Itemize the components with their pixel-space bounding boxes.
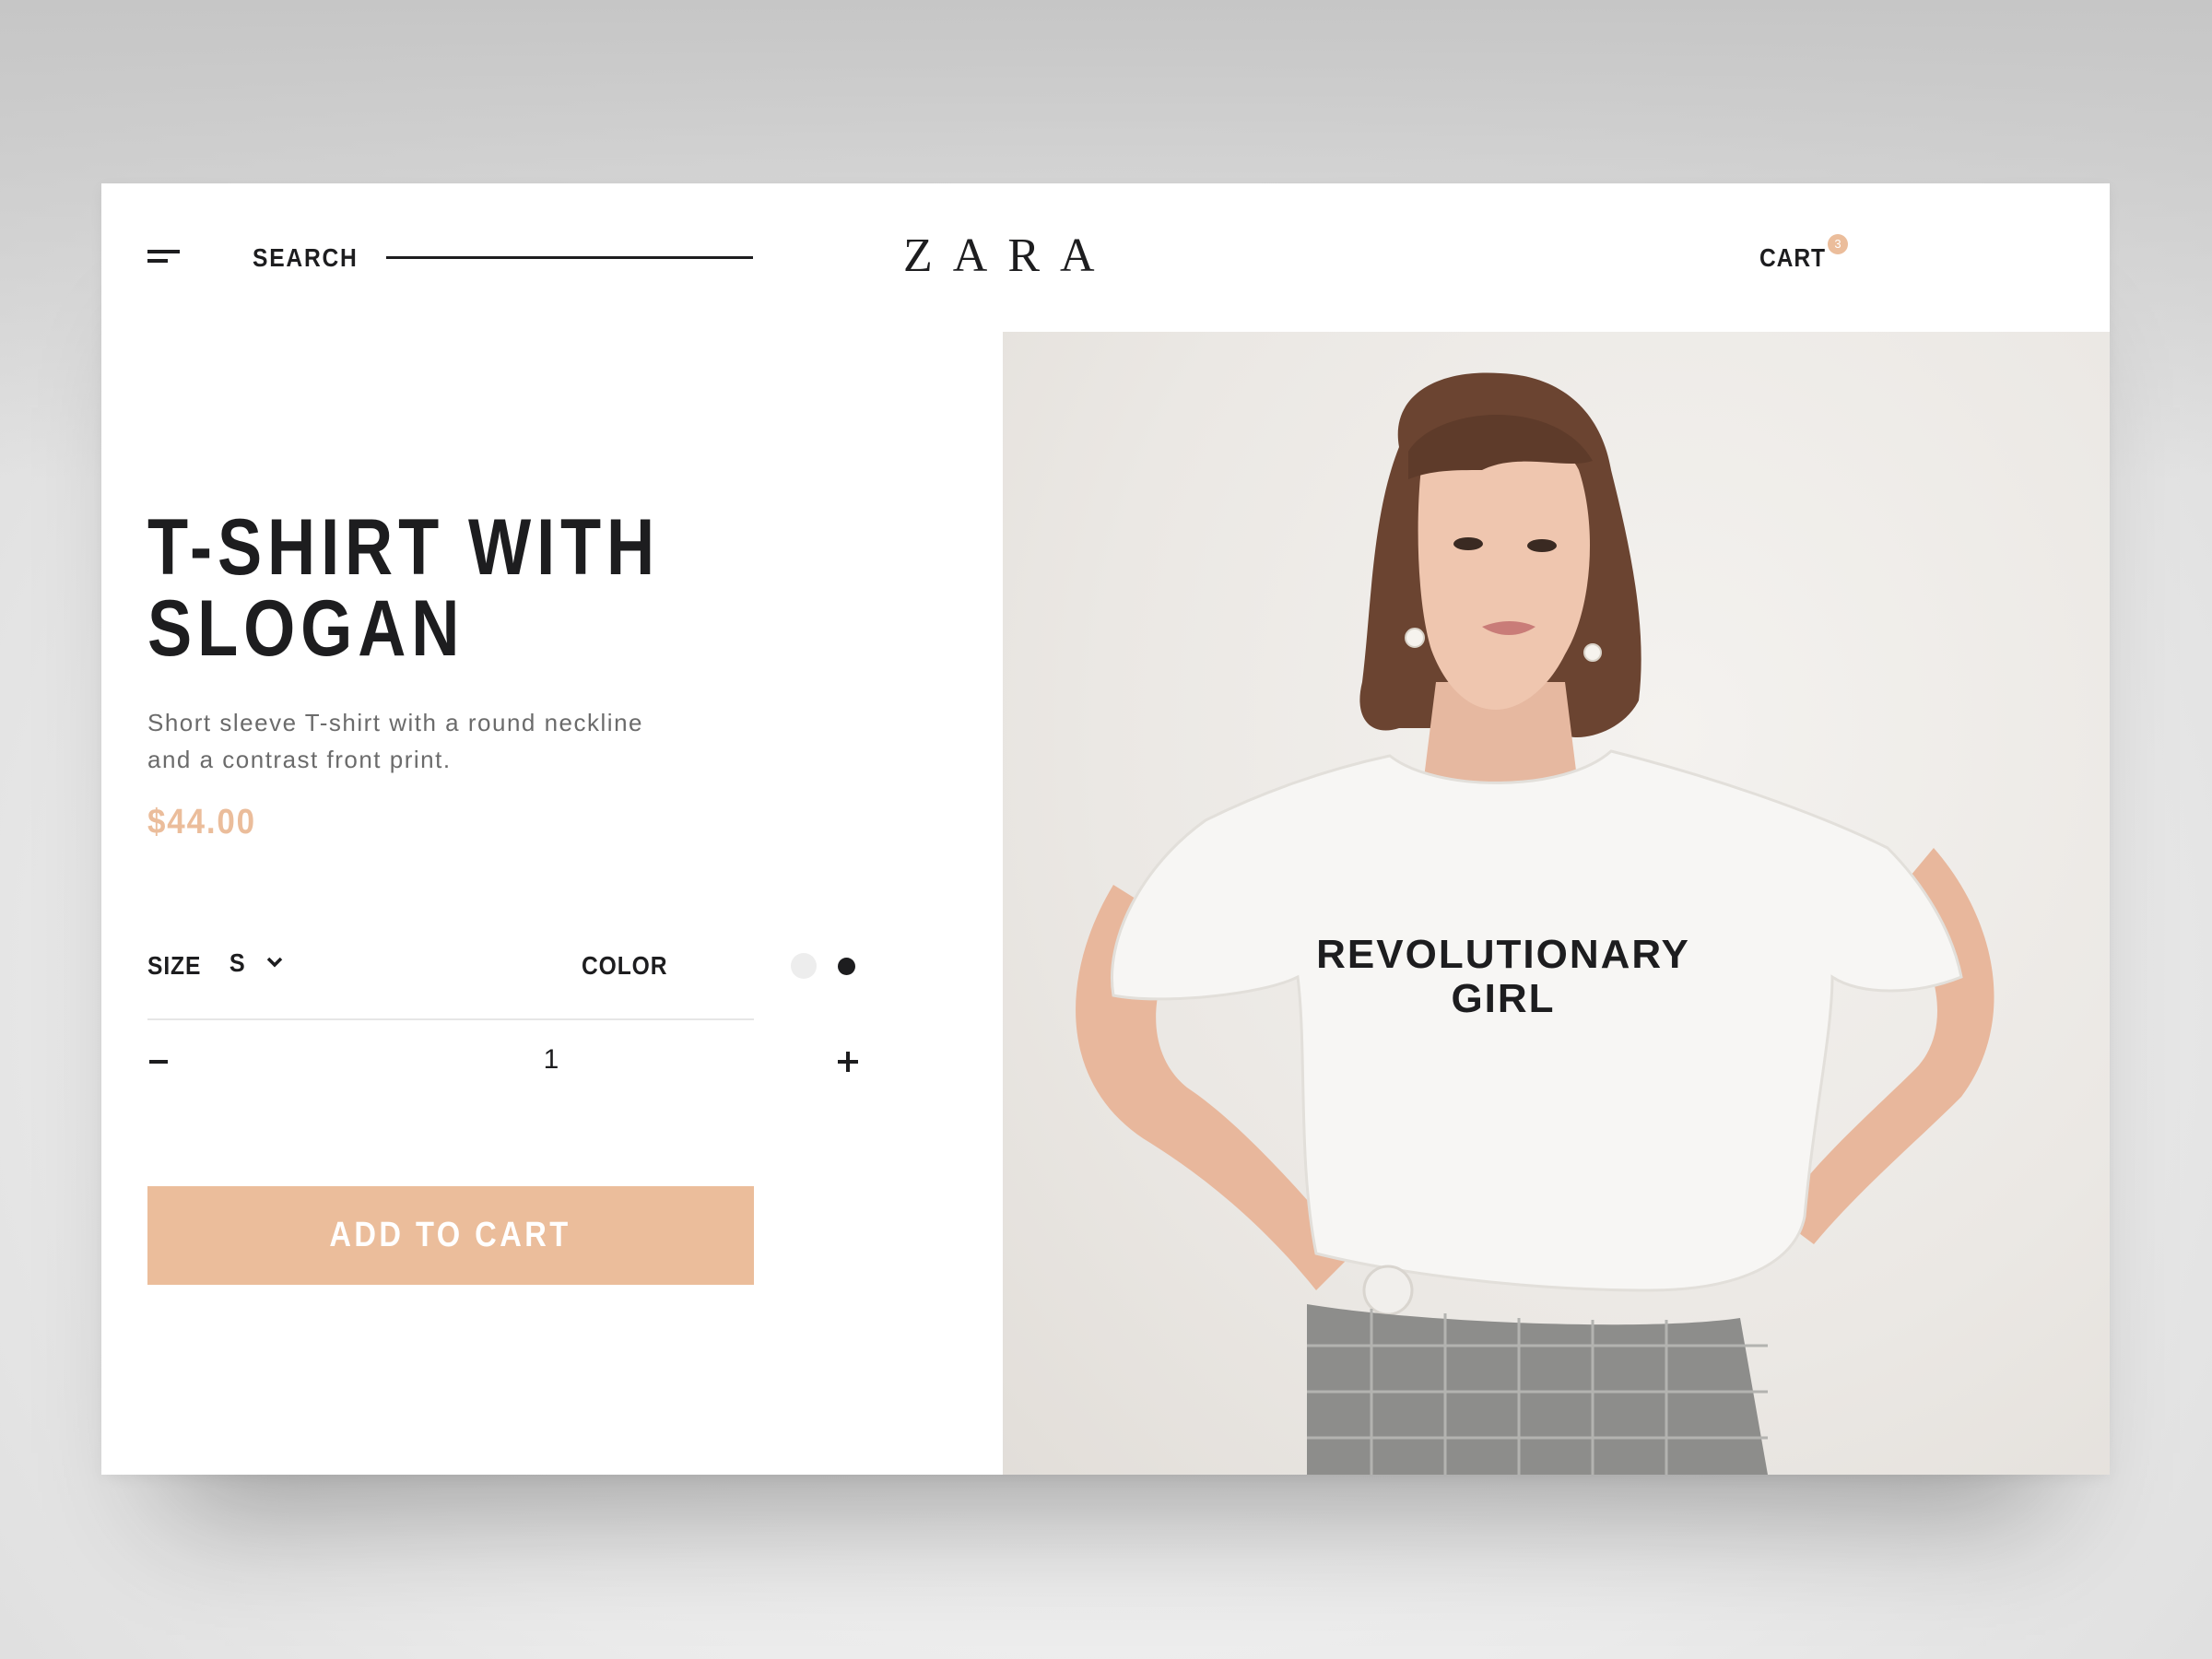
earring-left: [1405, 628, 1425, 648]
chevron-down-icon: [266, 957, 283, 968]
menu-icon[interactable]: [147, 241, 184, 269]
cart-link[interactable]: CART: [1759, 243, 1826, 273]
plus-icon[interactable]: [830, 1038, 866, 1084]
product-price: $44.00: [147, 803, 256, 841]
color-swatch-white[interactable]: [791, 953, 817, 979]
color-swatch-black[interactable]: [838, 958, 855, 975]
plus-bar-v: [846, 1052, 850, 1072]
menu-bar-short: [147, 259, 168, 263]
menu-bar-long: [147, 250, 180, 253]
product-photo: REVOLUTIONARY GIRL: [1003, 332, 2110, 1475]
product-title-line-2: SLOGAN: [147, 584, 465, 673]
add-to-cart-button[interactable]: ADD TO CART: [147, 1186, 754, 1285]
divider: [147, 1018, 754, 1020]
model-illustration: REVOLUTIONARY GIRL: [1076, 372, 1994, 1475]
size-value: S: [229, 948, 245, 977]
earring-right: [1583, 643, 1602, 662]
color-label: COLOR: [582, 951, 668, 980]
minus-icon[interactable]: [147, 1038, 184, 1084]
add-to-cart-label: ADD TO CART: [329, 1216, 572, 1254]
eye-left: [1453, 537, 1483, 550]
brand-logo[interactable]: ZARA: [903, 229, 1115, 283]
product-title-line-1: T-SHIRT WITH: [147, 503, 661, 592]
tshirt-knot: [1362, 1265, 1414, 1316]
product-description: Short sleeve T-shirt with a round neckli…: [147, 709, 643, 773]
eye-right: [1527, 539, 1557, 552]
shirt-print-line-1: REVOLUTIONARY: [1316, 932, 1690, 977]
cart-count-badge: 3: [1828, 234, 1848, 254]
trousers-shape: [1307, 1304, 1768, 1475]
quantity-value: 1: [543, 1044, 559, 1075]
shirt-print-line-2: GIRL: [1451, 976, 1555, 1021]
product-title: T-SHIRT WITH SLOGAN: [147, 507, 767, 669]
size-label: SIZE: [147, 951, 202, 980]
size-select[interactable]: S: [229, 948, 283, 982]
search-input[interactable]: [386, 256, 753, 259]
minus-bar: [149, 1060, 168, 1064]
search-label: SEARCH: [253, 243, 359, 272]
